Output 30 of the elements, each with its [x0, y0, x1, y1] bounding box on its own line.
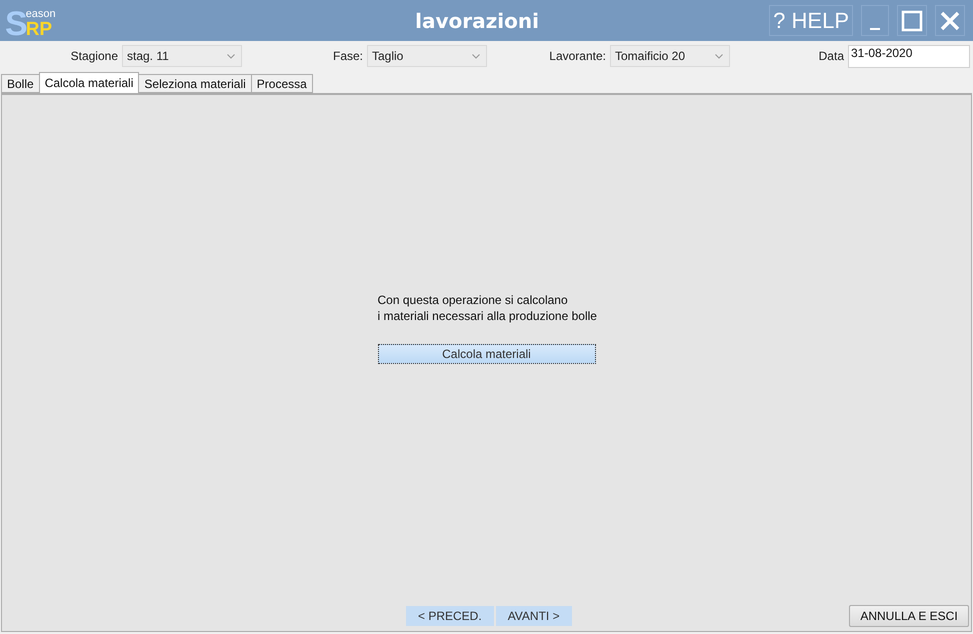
close-icon [939, 10, 961, 32]
filter-label: Stagione [70, 49, 118, 63]
filter-label: Data [818, 49, 844, 63]
nav-button[interactable]: < PRECED. [406, 606, 494, 626]
tab[interactable]: Seleziona materiali [138, 74, 252, 93]
chevron-down-icon [472, 54, 480, 58]
filter-label: Lavorante: [549, 49, 606, 63]
dropdown[interactable]: Taglio [367, 45, 487, 67]
nav-button[interactable]: AVANTI > [496, 606, 572, 626]
minimize-button[interactable] [861, 5, 889, 36]
calculate-button[interactable]: Calcola materiali [378, 344, 596, 364]
minimize-icon [870, 28, 880, 30]
chevron-down-icon [227, 54, 235, 58]
chevron-down-icon [715, 54, 723, 58]
dropdown[interactable]: Tomaificio 20 [610, 45, 730, 67]
logo-text: eason [26, 8, 56, 20]
maximize-button[interactable] [897, 5, 927, 36]
exit-button[interactable]: ANNULLA E ESCI [849, 605, 969, 627]
window-title: lavorazioni [415, 8, 539, 32]
date-field[interactable]: 31-08-2020 [848, 44, 970, 68]
dropdown[interactable]: stag. 11 [122, 45, 242, 67]
filter-label: Fase: [332, 49, 363, 63]
maximize-icon [901, 10, 923, 32]
tab[interactable]: Processa [250, 74, 313, 93]
tab[interactable]: Calcola materiali [38, 72, 140, 93]
logo-accent: RP [26, 20, 54, 38]
logo-letter: S [5, 8, 28, 38]
tab[interactable]: Bolle [1, 74, 40, 93]
info-text: Con questa operazione si calcolano i materiali necessari alla produzione bolle [378, 292, 596, 324]
close-button[interactable] [935, 5, 965, 36]
